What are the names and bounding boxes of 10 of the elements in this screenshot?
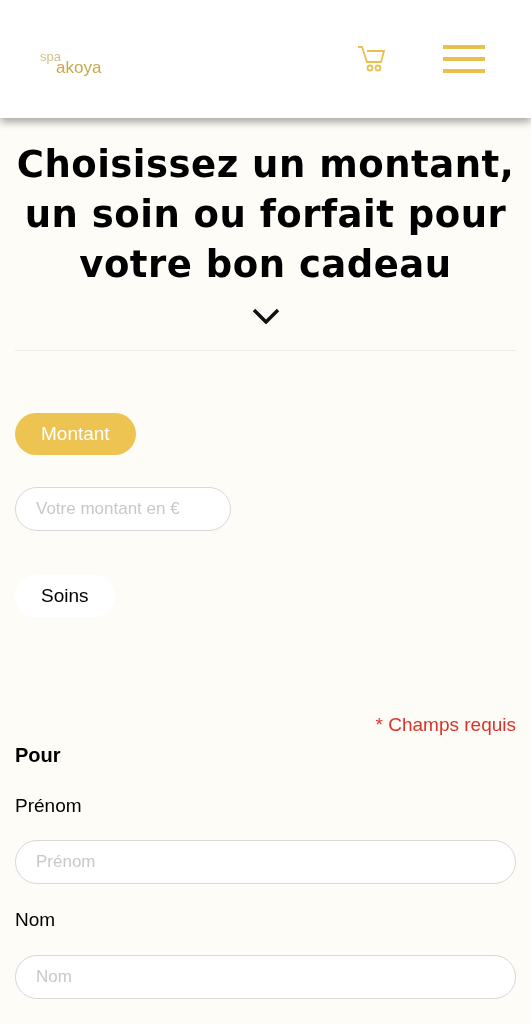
page-heading: Choisissez un montant, un soin ou forfait pour votre bon cadeau xyxy=(15,142,516,288)
field-label: Nom xyxy=(15,908,57,932)
field-label: Prénom xyxy=(15,793,83,818)
menu-icon[interactable] xyxy=(443,45,485,73)
chevron-down-icon[interactable] xyxy=(251,308,280,324)
option-tab[interactable]: Soins xyxy=(15,575,115,617)
cart-icon[interactable] xyxy=(357,45,387,73)
required-note: * Champs requis xyxy=(375,713,516,737)
section-title: Pour xyxy=(15,742,62,768)
option-tab[interactable]: Montant xyxy=(15,413,136,455)
